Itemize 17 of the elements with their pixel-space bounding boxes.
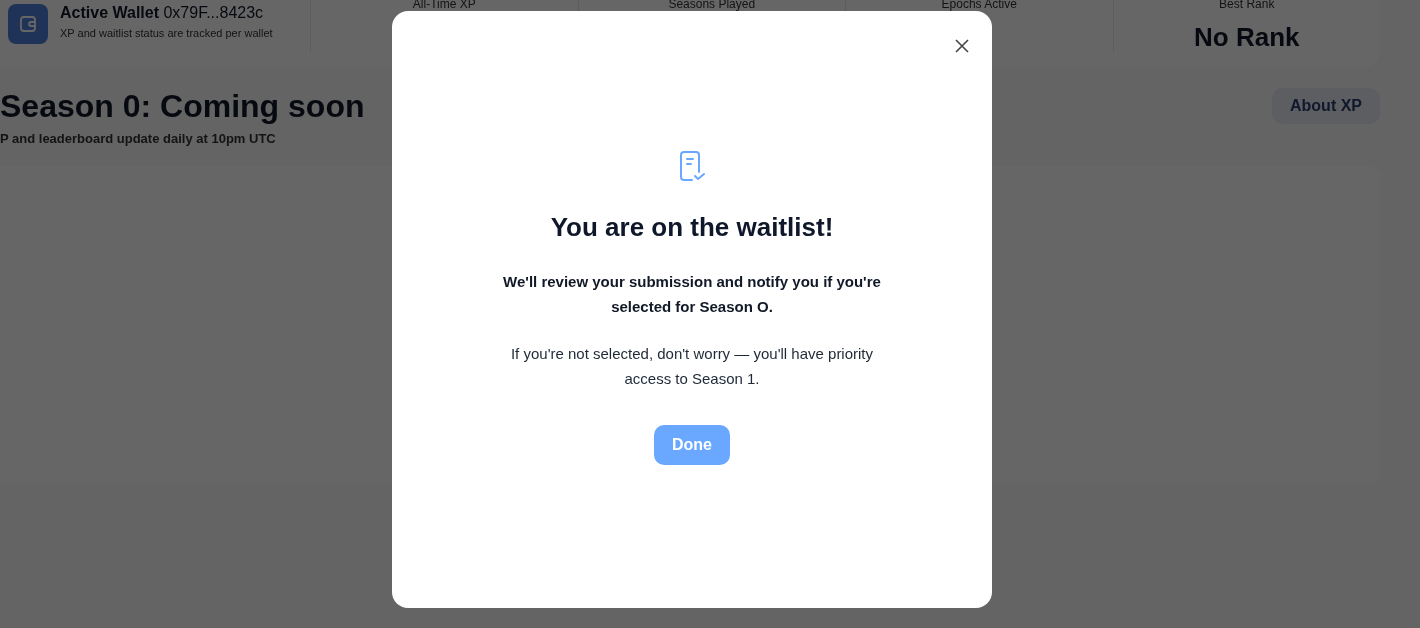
about-xp-button[interactable]: About XP [1272,88,1380,124]
stat-label: Epochs Active [941,0,1017,10]
wallet-note: XP and waitlist status are tracked per wallet [60,27,273,39]
dialog-title: You are on the waitlist! [550,212,834,243]
stat-label: All-Time XP [412,0,476,10]
done-button[interactable]: Done [654,425,730,465]
wallet-icon [8,4,48,44]
close-icon[interactable] [954,38,970,54]
document-check-icon [678,150,706,182]
dialog-body-text: If you're not selected, don't worry — you'll have priority access to Season 1. [509,344,875,389]
active-wallet-label: Active Wallet 0x79F...8423c [60,4,265,22]
dialog-lead-text: We'll review your submission and notify you if you're selected for Season O. [502,272,882,317]
season-subtitle: P and leaderboard update daily at 10pm UTC [0,131,277,146]
season-title: Season 0: Coming soon [0,88,365,125]
stat-label: Seasons Played [668,0,756,10]
stat-value: No Rank [1194,22,1300,53]
stat-label: Best Rank [1219,0,1275,10]
